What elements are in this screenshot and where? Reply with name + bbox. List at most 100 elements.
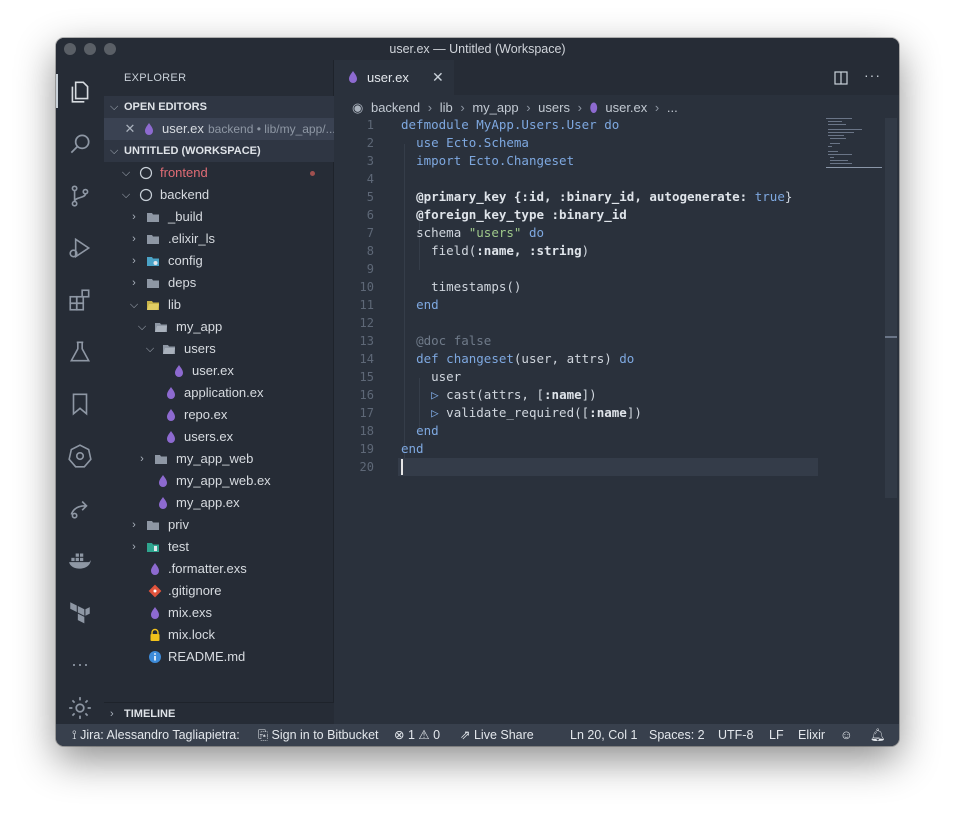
breadcrumb-item[interactable]: ... [667,100,678,115]
line-number: 5 [366,190,374,204]
tree-item-my-app-web[interactable]: › my_app_web [104,448,334,470]
tree-item-my-app[interactable]: ⌵ my_app [104,316,334,338]
folder-icon [155,455,167,464]
tree-item-formatter-exs[interactable]: .formatter.exs [104,558,334,580]
vscode-window: user.ex — Untitled (Workspace) ··· EXPLO… [56,38,899,746]
code-line: use Ecto.Schema [416,135,529,150]
live-share-status[interactable]: ⇗ Live Share [460,724,534,746]
close-icon[interactable]: ✕ [124,118,136,140]
line-number: 8 [366,244,374,258]
elixir-file-icon [151,563,159,575]
encoding-status[interactable]: UTF-8 [718,724,753,746]
breadcrumb-item[interactable]: lib [440,100,453,115]
elixir-file-icon [151,607,159,619]
zoom-window-button[interactable] [104,43,116,55]
chevron-right-icon: › [132,255,136,267]
terraform-icon[interactable] [66,598,94,626]
tree-item-lib[interactable]: ⌵ lib [104,294,334,316]
extensions-icon[interactable] [66,286,94,314]
elixir-file-icon: ⬮ [589,100,598,115]
tab-user-ex[interactable]: user.ex ✕ [334,60,454,95]
run-debug-icon[interactable] [66,234,94,262]
explorer-sidebar: EXPLORER ⌵ OPEN EDITORS ✕ user.ex backen… [104,60,336,724]
indentation-status[interactable]: Spaces: 2 [649,724,705,746]
info-file-icon [149,651,161,663]
tree-item-my-app-web-ex[interactable]: my_app_web.ex [104,470,334,492]
tree-item-gitignore[interactable]: .gitignore [104,580,334,602]
tree-item-mix-lock[interactable]: mix.lock [104,624,334,646]
explorer-icon[interactable] [66,78,94,106]
breadcrumb-item[interactable]: user.ex [605,100,647,115]
workspace-header[interactable]: ⌵ UNTITLED (WORKSPACE) [104,140,334,162]
chevron-down-icon: ⌵ [137,321,147,333]
split-editor-icon[interactable] [834,71,848,85]
cursor-position[interactable]: Ln 20, Col 1 [570,724,637,746]
bookmark-icon[interactable] [66,390,94,418]
tree-item-deps[interactable]: › deps [104,272,334,294]
open-editors-header[interactable]: ⌵ OPEN EDITORS [104,96,334,118]
chevron-right-icon: › [132,541,136,553]
testing-flask-icon[interactable] [66,338,94,366]
chevron-down-icon: ⌵ [121,167,131,179]
bitbucket-status[interactable]: ⎘ Sign in to Bitbucket [258,724,379,746]
breadcrumb-item[interactable]: backend [371,100,420,115]
feedback-icon[interactable]: ☺ [840,724,853,746]
folder-icon [147,213,159,222]
minimize-window-button[interactable] [84,43,96,55]
sidebar-title: EXPLORER [124,72,187,84]
close-window-button[interactable] [64,43,76,55]
line-number: 13 [359,334,374,348]
tree-item-mix-exs[interactable]: mix.exs [104,602,334,624]
minimap[interactable] [826,118,882,168]
bitbucket-icon: ⎘ [258,728,269,742]
tree-item-frontend[interactable]: ⌵ frontend [104,162,334,184]
breadcrumb-item[interactable]: my_app [472,100,518,115]
more-actions-icon[interactable]: ··· [864,67,881,83]
text-cursor [401,459,403,475]
tree-item-readme[interactable]: README.md [104,646,334,668]
more-actions-icon[interactable]: ··· [66,650,94,678]
tree-item-test[interactable]: › test [104,536,334,558]
line-number: 1 [366,118,374,132]
root-folder-icon: ◉ [352,100,364,115]
folder-icon [147,279,159,288]
elixir-file-icon [159,475,167,487]
notifications-bell-icon[interactable]: 🔔︎ [870,724,886,746]
live-share-icon[interactable] [66,494,94,522]
open-editor-item[interactable]: ✕ user.ex backend • lib/my_app/... [104,118,336,140]
problems-status[interactable]: ⊗ 1 ⚠ 0 [394,724,440,746]
tree-item-build[interactable]: › _build [104,206,334,228]
breadcrumb-separator: › [654,100,660,115]
tree-item-users-ex[interactable]: users.ex [104,426,334,448]
tree-item-user-ex[interactable]: user.ex [104,360,334,382]
kubernetes-icon[interactable] [66,442,94,470]
timeline-header[interactable]: › TIMELINE [104,702,334,724]
tree-item-elixir-ls[interactable]: › .elixir_ls [104,228,334,250]
docker-icon[interactable] [66,546,94,574]
chevron-down-icon: ⌵ [110,101,119,113]
eol-status[interactable]: LF [769,724,784,746]
language-mode[interactable]: Elixir [798,724,825,746]
tree-item-backend[interactable]: ⌵ backend [104,184,334,206]
code-line: ▷ cast(attrs, [:name]) [431,387,597,402]
breadcrumb-separator: › [577,100,582,115]
jira-status[interactable]: ⟟ Jira: Alessandro Tagliapietra: [72,724,240,746]
line-number: 3 [366,154,374,168]
tree-item-priv[interactable]: › priv [104,514,334,536]
close-tab-icon[interactable]: ✕ [432,69,444,86]
source-control-icon[interactable] [66,182,94,210]
tree-item-config[interactable]: › config [104,250,334,272]
vertical-scrollbar[interactable] [885,118,897,498]
breadcrumb-item[interactable]: users [538,100,570,115]
tree-item-users-folder[interactable]: ⌵ users [104,338,334,360]
tree-item-my-app-ex[interactable]: my_app.ex [104,492,334,514]
manage-gear-icon[interactable] [66,694,94,722]
tree-item-repo-ex[interactable]: repo.ex [104,404,334,426]
elixir-file-icon [349,71,357,83]
tree-item-application-ex[interactable]: application.ex [104,382,334,404]
breadcrumb-separator: › [427,100,433,115]
modified-dot [310,171,315,176]
search-icon[interactable] [66,130,94,158]
folder-icon [147,521,159,530]
line-number: 6 [366,208,374,222]
